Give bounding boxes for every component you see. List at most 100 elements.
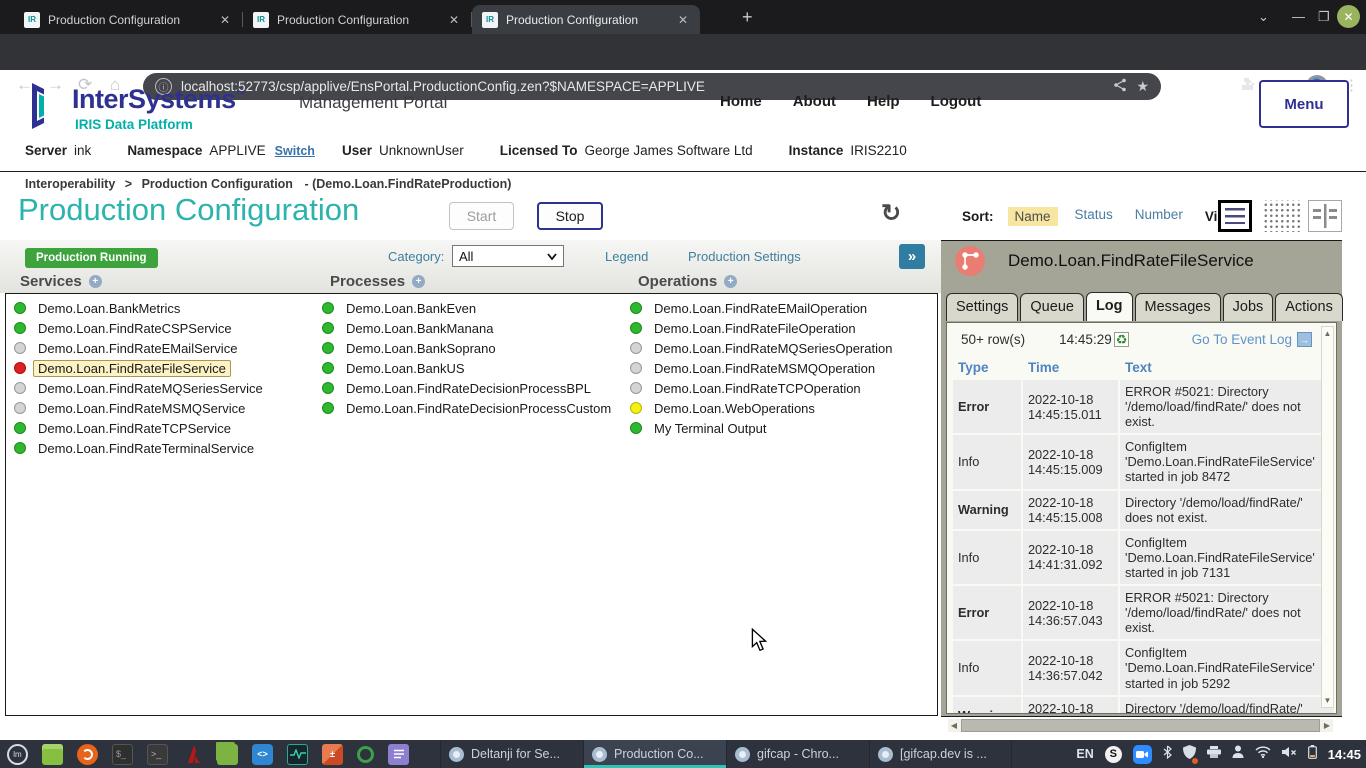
config-item-name[interactable]: My Terminal Output: [649, 420, 771, 437]
config-item-name[interactable]: Demo.Loan.FindRateDecisionProcessBPL: [341, 380, 596, 397]
panel-tab[interactable]: Jobs: [1223, 293, 1274, 321]
browser-tab[interactable]: IR Production Configuration ✕: [14, 5, 242, 34]
scrollbar-thumb[interactable]: [961, 719, 1320, 732]
config-item-name[interactable]: Demo.Loan.BankUS: [341, 360, 470, 377]
scroll-left-icon[interactable]: ◀: [948, 721, 960, 730]
volume-muted-icon[interactable]: [1282, 745, 1297, 763]
sort-option[interactable]: Status: [1075, 207, 1113, 226]
sort-option[interactable]: Name: [1008, 207, 1058, 226]
config-item-name[interactable]: Demo.Loan.BankSoprano: [341, 340, 501, 357]
header-nav-link[interactable]: About: [793, 93, 836, 110]
vscode-icon[interactable]: <>: [252, 744, 273, 765]
log-row[interactable]: Info 2022-10-18 14:41:31.092 ConfigItem …: [953, 531, 1334, 584]
config-item-name[interactable]: Demo.Loan.FindRateDecisionProcessCustom: [341, 400, 616, 417]
add-operation-icon[interactable]: +: [724, 275, 737, 288]
folder-icon[interactable]: [217, 744, 238, 765]
log-row[interactable]: Warning 2022-10-18 14:45:15.008 Director…: [953, 491, 1334, 529]
config-item-name[interactable]: Demo.Loan.BankManana: [341, 320, 498, 337]
auto-refresh-icon[interactable]: ↻: [878, 201, 904, 227]
panel-tab[interactable]: Log: [1086, 292, 1133, 321]
config-item[interactable]: Demo.Loan.FindRateTCPService: [14, 418, 319, 438]
col-header-type[interactable]: Type: [953, 357, 1021, 378]
address-bar[interactable]: ⓘ localhost:52773/csp/applive/EnsPortal.…: [143, 73, 1161, 100]
calculator-icon[interactable]: ±: [322, 744, 343, 765]
log-vertical-scrollbar[interactable]: ▲ ▼: [1321, 326, 1334, 708]
mint-menu-icon[interactable]: lm: [7, 744, 28, 765]
music-app-icon[interactable]: [77, 744, 98, 765]
red-app-icon[interactable]: [182, 744, 203, 765]
config-item-name[interactable]: Demo.Loan.BankEven: [341, 300, 481, 317]
new-tab-button[interactable]: +: [742, 8, 753, 26]
view-list-icon[interactable]: [1218, 200, 1252, 232]
log-row[interactable]: Info 2022-10-18 14:36:57.042 ConfigItem …: [953, 641, 1334, 694]
config-item[interactable]: Demo.Loan.FindRateTCPOperation: [630, 378, 935, 398]
keyboard-layout-indicator[interactable]: EN: [1076, 747, 1093, 761]
config-item-name[interactable]: Demo.Loan.FindRateMSMQOperation: [649, 360, 880, 377]
start-button[interactable]: Start: [449, 202, 514, 230]
header-nav-link[interactable]: Logout: [931, 93, 982, 110]
battery-icon[interactable]: [1308, 745, 1317, 764]
tab-search-chevron-icon[interactable]: ⌄: [1258, 9, 1269, 25]
user-status-icon[interactable]: [1232, 745, 1244, 763]
switch-link[interactable]: Switch: [275, 144, 315, 158]
config-item[interactable]: Demo.Loan.FindRateMSMQService: [14, 398, 319, 418]
scroll-down-icon[interactable]: ▼: [1322, 696, 1333, 705]
config-item[interactable]: Demo.Loan.FindRateDecisionProcessBPL: [322, 378, 627, 398]
s-app-tray-icon[interactable]: S: [1105, 746, 1122, 763]
config-item[interactable]: Demo.Loan.FindRateDecisionProcessCustom: [322, 398, 627, 418]
config-item[interactable]: Demo.Loan.BankManana: [322, 318, 627, 338]
expand-panel-button[interactable]: »: [899, 244, 925, 269]
tab-close-icon[interactable]: ✕: [218, 13, 232, 27]
add-service-icon[interactable]: +: [89, 275, 102, 288]
config-item-name[interactable]: Demo.Loan.WebOperations: [649, 400, 820, 417]
col-header-text[interactable]: Text: [1120, 357, 1334, 378]
share-icon[interactable]: [1113, 78, 1127, 95]
add-process-icon[interactable]: +: [412, 275, 425, 288]
header-nav-link[interactable]: Home: [720, 93, 762, 110]
config-item[interactable]: Demo.Loan.FindRateMSMQOperation: [630, 358, 935, 378]
panel-tab[interactable]: Settings: [946, 293, 1018, 321]
wifi-icon[interactable]: [1255, 745, 1271, 763]
window-restore-button[interactable]: ❐: [1318, 9, 1330, 25]
view-grid-icon[interactable]: [1262, 200, 1302, 232]
config-item[interactable]: Demo.Loan.BankMetrics: [14, 298, 319, 318]
taskbar-window-button[interactable]: [gifcap.dev is ...: [869, 740, 1012, 768]
video-call-tray-icon[interactable]: [1133, 745, 1152, 764]
log-horizontal-scrollbar[interactable]: ◀ ▶: [948, 719, 1333, 732]
config-item-name[interactable]: Demo.Loan.FindRateTCPService: [33, 420, 236, 437]
browser-tab-active[interactable]: IR Production Configuration ✕: [472, 5, 700, 34]
col-header-time[interactable]: Time: [1023, 357, 1118, 378]
files-icon[interactable]: [42, 744, 63, 765]
bookmark-star-icon[interactable]: ★: [1136, 78, 1149, 95]
taskbar-window-button[interactable]: gifcap - Chro...: [726, 740, 869, 768]
clock[interactable]: 14:45: [1328, 747, 1361, 762]
menu-button[interactable]: Menu: [1259, 80, 1349, 128]
extensions-puzzle-icon[interactable]: [1240, 76, 1256, 96]
taskbar-window-button[interactable]: Deltanji for Se...: [440, 740, 583, 768]
panel-tab[interactable]: Actions: [1275, 293, 1343, 321]
go-to-event-log-link[interactable]: Go To Event Log →: [1192, 332, 1312, 347]
config-item-name[interactable]: Demo.Loan.FindRateTCPOperation: [649, 380, 866, 397]
legend-link[interactable]: Legend: [605, 249, 648, 264]
production-settings-link[interactable]: Production Settings: [688, 249, 801, 264]
config-item-name[interactable]: Demo.Loan.FindRateFileService: [33, 360, 231, 377]
config-item[interactable]: My Terminal Output: [630, 418, 935, 438]
scroll-up-icon[interactable]: ▲: [1322, 329, 1333, 338]
taskbar-window-button[interactable]: Production Co...: [583, 740, 726, 768]
tab-close-icon[interactable]: ✕: [676, 13, 690, 27]
config-item[interactable]: Demo.Loan.BankUS: [322, 358, 627, 378]
config-item[interactable]: Demo.Loan.FindRateCSPService: [14, 318, 319, 338]
config-item-name[interactable]: Demo.Loan.FindRateCSPService: [33, 320, 237, 337]
category-select[interactable]: All: [452, 245, 564, 267]
panel-tab[interactable]: Messages: [1135, 293, 1221, 321]
refresh-log-icon[interactable]: ♻: [1114, 332, 1130, 347]
notes-app-icon[interactable]: [388, 744, 409, 765]
config-item[interactable]: Demo.Loan.FindRateEMailOperation: [630, 298, 935, 318]
log-row[interactable]: Warning 2022-10-18 14:36:57.041 Director…: [953, 697, 1334, 714]
scroll-right-icon[interactable]: ▶: [1321, 721, 1333, 730]
breadcrumb-root[interactable]: Interoperability: [25, 177, 115, 191]
browser-tab[interactable]: IR Production Configuration ✕: [243, 5, 471, 34]
config-item-name[interactable]: Demo.Loan.FindRateMQSeriesOperation: [649, 340, 897, 357]
window-minimize-button[interactable]: —: [1292, 9, 1305, 24]
monitor-app-icon[interactable]: [287, 744, 308, 765]
